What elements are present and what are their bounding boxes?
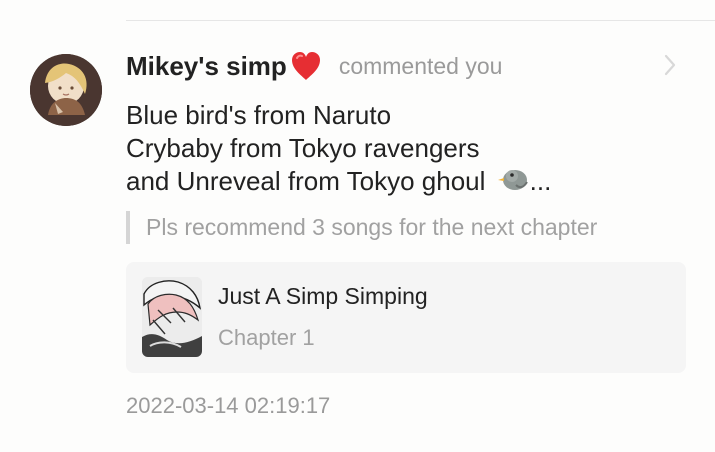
comment-header: Mikey's simp commented you	[126, 49, 502, 83]
quoted-text: Pls recommend 3 songs for the next chapt…	[126, 211, 597, 244]
comment-timestamp: 2022-03-14 02:19:17	[126, 393, 331, 418]
comment-ellipsis: ...	[529, 166, 552, 196]
username[interactable]: Mikey's simp	[126, 51, 287, 82]
comment-line: Crybaby from Tokyo ravengers	[126, 133, 480, 163]
comment-body: Blue bird's from Naruto Crybaby from Tok…	[126, 99, 551, 198]
user-avatar[interactable]	[30, 54, 102, 126]
action-text: commented you	[338, 52, 503, 79]
comment-line-last: and Unreveal from Tokyo ghoul ...	[126, 165, 551, 198]
comment-line-text: and Unreveal from Tokyo ghoul	[126, 166, 486, 196]
notification-page: Mikey's simp commented you Blue bird's f…	[0, 0, 715, 452]
heart-icon	[289, 50, 323, 82]
chevron-right-icon[interactable]	[662, 53, 678, 77]
story-card[interactable]: Just A Simp Simping Chapter 1	[126, 262, 686, 373]
bird-icon	[496, 165, 530, 193]
story-cover-image	[142, 277, 202, 357]
top-divider	[126, 20, 715, 21]
comment-line: Blue bird's from Naruto	[126, 100, 392, 130]
story-chapter[interactable]: Chapter 1	[218, 325, 315, 351]
story-title[interactable]: Just A Simp Simping	[218, 283, 428, 310]
